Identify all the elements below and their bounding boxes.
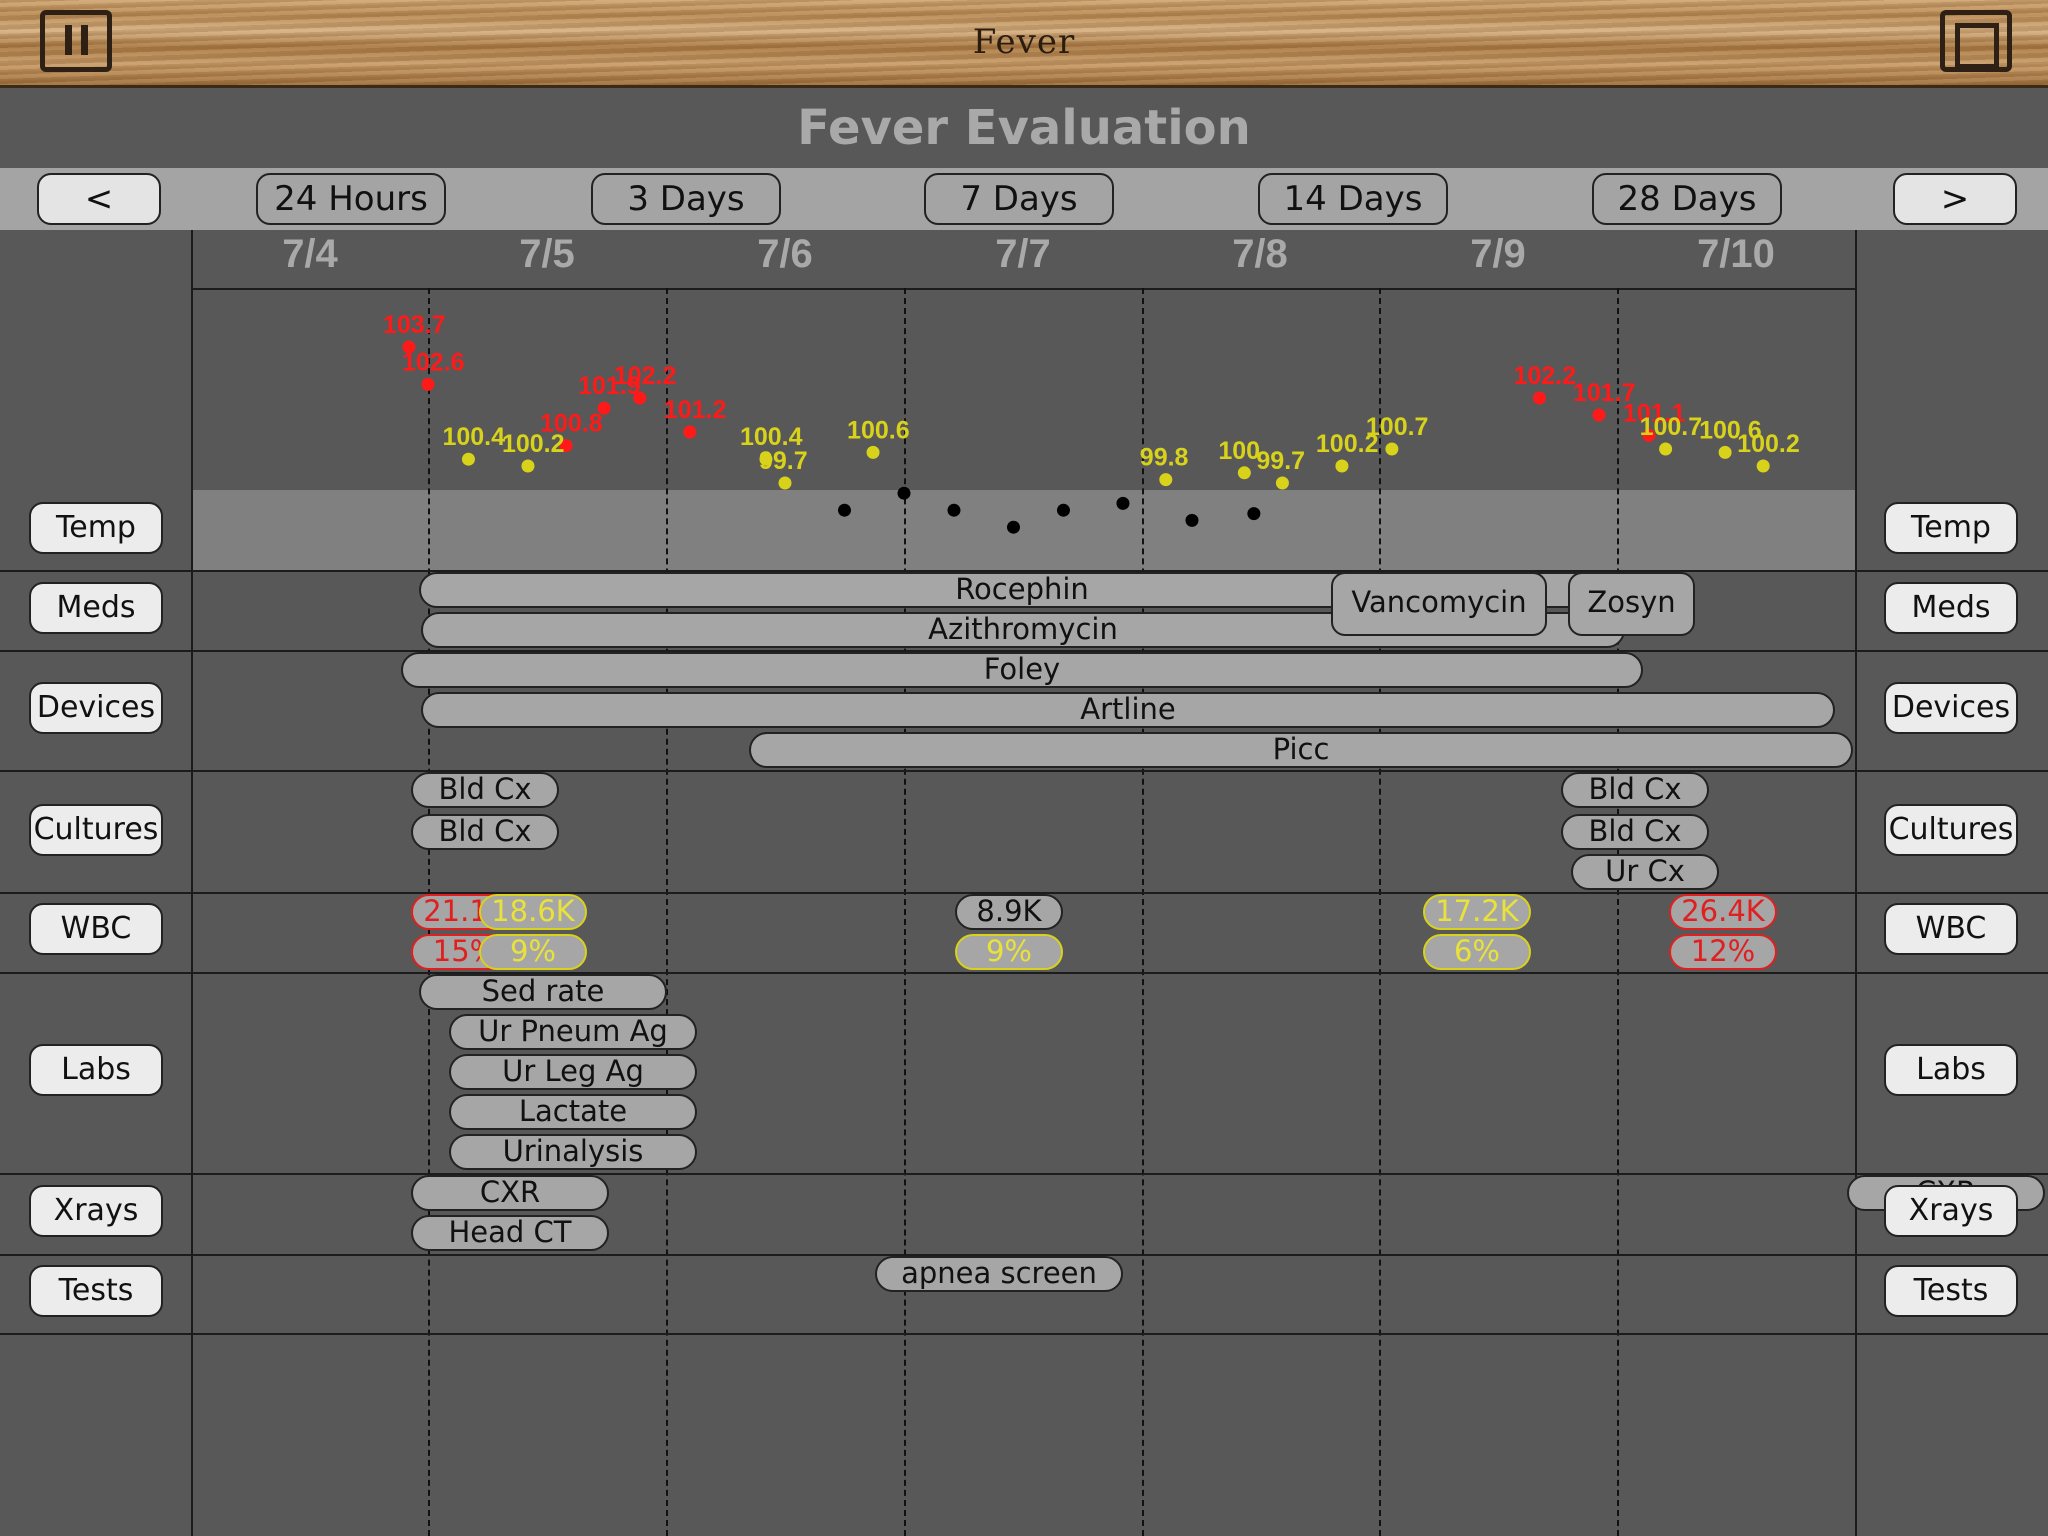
device-bar[interactable]: Picc — [749, 732, 1853, 768]
wbc-percent-pill[interactable]: 9% — [955, 934, 1063, 970]
temp-value-label: 102.2 — [614, 362, 677, 390]
culture-pill[interactable]: Ur Cx — [1571, 854, 1719, 890]
lab-pill[interactable]: Sed rate — [419, 974, 667, 1010]
labs-row-button-right[interactable]: Labs — [1884, 1044, 2018, 1096]
lab-pill[interactable]: Ur Leg Ag — [449, 1054, 697, 1090]
temp-value-label: 100.7 — [1640, 413, 1703, 441]
xrays-row-button-right[interactable]: Xrays — [1884, 1185, 2018, 1237]
temp-row-button[interactable]: Temp — [29, 502, 163, 554]
temp-point[interactable] — [1006, 520, 1020, 534]
devices-row-button[interactable]: Devices — [29, 682, 163, 734]
devices-row-button-right[interactable]: Devices — [1884, 682, 2018, 734]
wbc-row-button-right[interactable]: WBC — [1884, 903, 2018, 955]
lab-pill[interactable]: Lactate — [449, 1094, 697, 1130]
temp-point[interactable] — [1592, 408, 1606, 422]
xrays-row-button[interactable]: Xrays — [29, 1185, 163, 1237]
culture-pill[interactable]: Bld Cx — [411, 772, 559, 808]
temp-value-label: 100.6 — [847, 416, 910, 444]
temp-point[interactable] — [1659, 442, 1673, 456]
temp-point[interactable] — [1335, 459, 1349, 473]
tests-row-button-right[interactable]: Tests — [1884, 1265, 2018, 1317]
test-pill[interactable]: apnea screen — [875, 1256, 1123, 1292]
temp-point[interactable] — [1237, 466, 1251, 480]
temp-value-label: 100.2 — [502, 430, 565, 458]
temp-value-label: 100 — [1218, 437, 1260, 465]
temp-point[interactable] — [683, 425, 697, 439]
wbc-percent-pill[interactable]: 12% — [1669, 934, 1777, 970]
temp-point[interactable] — [1185, 513, 1199, 527]
culture-pill[interactable]: Bld Cx — [1561, 772, 1709, 808]
lab-pill[interactable]: Urinalysis — [449, 1134, 697, 1170]
temp-point[interactable] — [947, 503, 961, 517]
temp-point[interactable] — [1159, 473, 1173, 487]
device-bar[interactable]: Artline — [421, 692, 1835, 728]
temp-point[interactable] — [1116, 496, 1130, 510]
temp-point[interactable] — [1532, 391, 1546, 405]
row-divider — [0, 972, 2048, 974]
culture-pill[interactable]: Bld Cx — [1561, 814, 1709, 850]
temp-value-label: 99.7 — [1256, 447, 1305, 475]
culture-pill[interactable]: Bld Cx — [411, 814, 559, 850]
wbc-percent-pill[interactable]: 6% — [1423, 934, 1531, 970]
temp-point[interactable] — [597, 401, 611, 415]
temp-point[interactable] — [461, 452, 475, 466]
row-divider — [0, 1173, 2048, 1175]
temp-point[interactable] — [1247, 507, 1261, 521]
temp-point[interactable] — [421, 377, 435, 391]
temp-point[interactable] — [1756, 459, 1770, 473]
temp-point[interactable] — [633, 391, 647, 405]
temp-point[interactable] — [1056, 503, 1070, 517]
row-divider — [0, 1333, 2048, 1335]
temp-value-label: 99.7 — [759, 447, 808, 475]
meds-row-button[interactable]: Meds — [29, 582, 163, 634]
wbc-row-button[interactable]: WBC — [29, 903, 163, 955]
tests-row-button[interactable]: Tests — [29, 1265, 163, 1317]
xray-pill[interactable]: Head CT — [411, 1215, 609, 1251]
temp-point[interactable] — [521, 459, 535, 473]
temp-point[interactable] — [897, 486, 911, 500]
device-bar[interactable]: Foley — [401, 652, 1643, 688]
temp-value-label: 99.8 — [1140, 444, 1189, 472]
temp-row-button-right[interactable]: Temp — [1884, 502, 2018, 554]
temp-point[interactable] — [1718, 445, 1732, 459]
lab-pill[interactable]: Ur Pneum Ag — [449, 1014, 697, 1050]
temp-value-label: 100.7 — [1366, 413, 1429, 441]
temp-point[interactable] — [1385, 442, 1399, 456]
wbc-count-pill[interactable]: 8.9K — [955, 894, 1063, 930]
temp-value-label: 102.6 — [402, 348, 465, 376]
temp-point[interactable] — [838, 503, 851, 517]
wbc-count-pill[interactable]: 18.6K — [479, 894, 587, 930]
temp-value-label: 100.2 — [1737, 430, 1800, 458]
temp-value-label: 100.4 — [442, 423, 505, 451]
temperature-chart: 103.7102.6100.8101.9102.2101.2102.2101.7… — [383, 311, 1800, 534]
xray-pill[interactable]: CXR — [411, 1175, 609, 1211]
meds-row-button-right[interactable]: Meds — [1884, 582, 2018, 634]
med-bar[interactable]: Zosyn — [1568, 572, 1695, 636]
cultures-row-button[interactable]: Cultures — [29, 804, 163, 856]
wbc-count-pill[interactable]: 17.2K — [1423, 894, 1531, 930]
wbc-percent-pill[interactable]: 9% — [479, 934, 587, 970]
temp-point[interactable] — [778, 476, 792, 490]
temp-value-label: 103.7 — [383, 311, 446, 339]
cultures-row-button-right[interactable]: Cultures — [1884, 804, 2018, 856]
temp-point[interactable] — [1275, 476, 1289, 490]
temp-point[interactable] — [866, 445, 880, 459]
temp-value-label: 101.2 — [664, 396, 727, 424]
temp-value-label: 102.2 — [1513, 362, 1576, 390]
row-divider — [0, 770, 2048, 772]
labs-row-button[interactable]: Labs — [29, 1044, 163, 1096]
med-bar[interactable]: Vancomycin — [1331, 572, 1547, 636]
wbc-count-pill[interactable]: 26.4K — [1669, 894, 1777, 930]
